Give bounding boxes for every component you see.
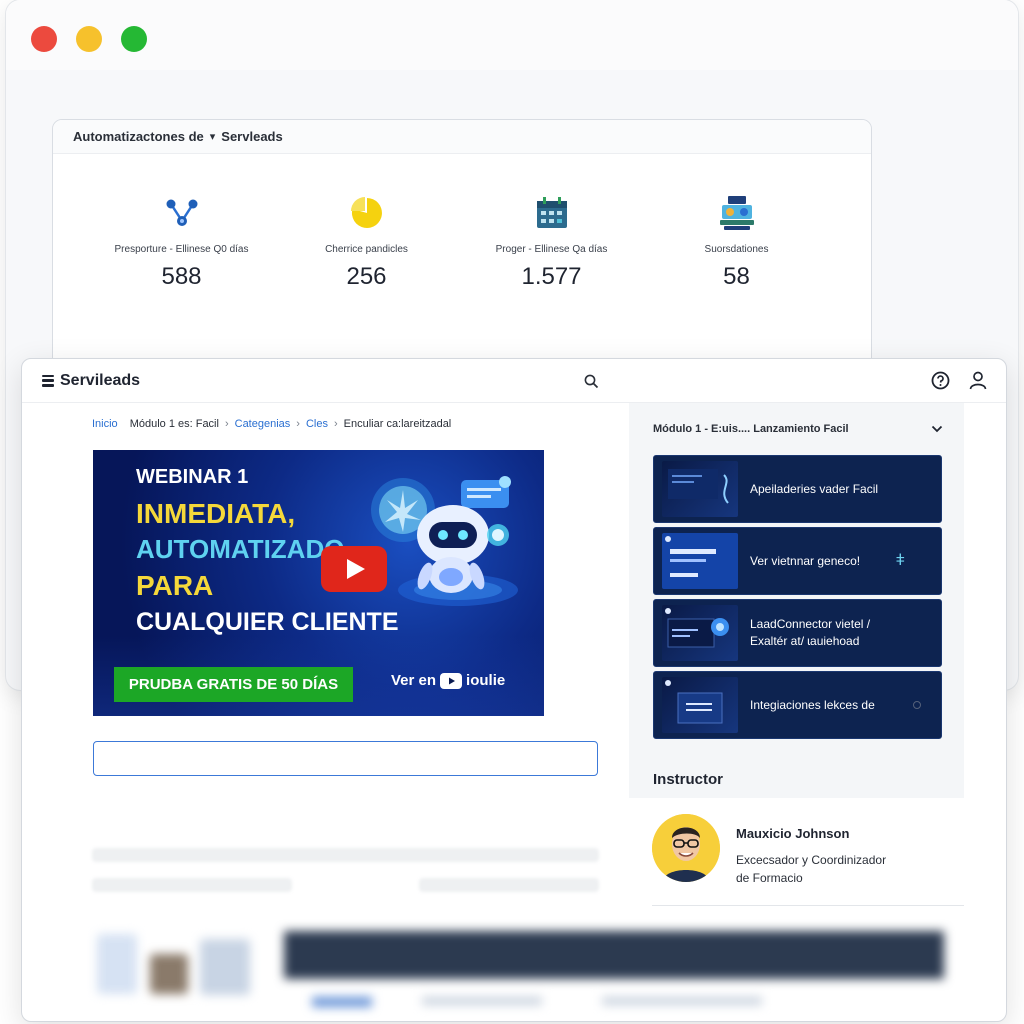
course-window: Servileads Inicio Módulo 1 es: Facil › C… <box>21 358 1007 1022</box>
instructor-role-line-1: Excecsador y Coordinizador <box>736 853 887 867</box>
stats-title-brand: Servleads <box>221 129 283 144</box>
lesson-title-line-1: LaadConnector vietel / <box>750 617 871 631</box>
stat-label: Proger - Ellinese Qa días <box>495 244 608 255</box>
stat-item: Proger - Ellinese Qa días 1.577 <box>459 190 644 291</box>
lesson-badge-icon: ǂ <box>895 552 905 569</box>
stat-label: Suorsdationes <box>704 244 769 255</box>
youtube-icon <box>440 672 463 689</box>
stat-item: Suorsdationes 58 <box>644 190 829 291</box>
platform-label: ioulie <box>466 672 506 689</box>
stat-item: Presporture - Ellinese Q0 días 588 <box>89 190 274 291</box>
close-window-button[interactable] <box>31 26 57 52</box>
lesson-title-line-2: Exaltér at/ ɩauiehoad <box>750 634 860 648</box>
lesson-item[interactable]: Integiaciones lekces de <box>653 671 942 739</box>
breadcrumb-current: Enculiar ca:lareitzadal <box>343 418 452 430</box>
lesson-item[interactable]: Apeiladeries vader Facil <box>653 455 942 523</box>
stat-label: Cherrice pandicles <box>325 244 408 255</box>
calendar-icon <box>459 190 644 236</box>
user-profile-icon[interactable] <box>968 370 988 395</box>
workflow-icon <box>89 190 274 236</box>
lesson-title: Apeiladeries vader Facil <box>750 481 879 496</box>
lesson-title: Integiaciones lekces de <box>750 697 875 712</box>
video-title-line-5: CUALQUIER CLIENTE <box>136 608 399 636</box>
instructor-name: Mauxicio Johnson <box>736 826 850 841</box>
breadcrumb-separator: › <box>333 418 338 430</box>
breadcrumb-cles-link[interactable]: Cles <box>306 418 328 430</box>
stats-card-header[interactable]: Automatizactones de ▾ Servleads <box>53 120 871 154</box>
video-player[interactable]: WEBINAR 1 INMEDIATA, AUTOMATIZADO PARA C… <box>93 450 544 716</box>
video-title-line-3: AUTOMATIZADO <box>136 534 345 564</box>
breadcrumb-home-link[interactable]: Inicio <box>92 418 118 430</box>
module-sidebar: Módulo 1 - E:uis.... Lanzamiento Facil A… <box>629 403 964 798</box>
pie-chart-icon <box>274 190 459 236</box>
watch-on-youtube-link[interactable]: Ver en ioulie <box>391 672 505 689</box>
top-navigation-bar: Servileads <box>22 359 1006 403</box>
chevron-down-icon[interactable] <box>931 425 943 433</box>
video-title-line-2: INMEDIATA, <box>136 498 296 529</box>
maximize-window-button[interactable] <box>121 26 147 52</box>
avatar[interactable] <box>652 814 720 882</box>
lesson-thumbnail <box>662 461 738 517</box>
lesson-status-icon <box>913 701 921 709</box>
stat-value: 1.577 <box>521 263 582 290</box>
lesson-item[interactable]: Ver vietnnar geneco! ǂ <box>653 527 942 595</box>
help-icon[interactable] <box>931 371 950 395</box>
app-logo[interactable]: Servileads <box>42 372 140 390</box>
module-title: Módulo 1 - E:uis.... Lanzamiento Facil <box>653 423 849 435</box>
stat-item: Cherrice pandicles 256 <box>274 190 459 291</box>
lesson-thumbnail <box>662 677 738 733</box>
window-titlebar <box>6 0 1018 70</box>
stat-value: 256 <box>346 263 387 290</box>
stat-value: 588 <box>161 263 202 290</box>
stats-row: Presporture - Ellinese Q0 días 588 Cherr… <box>89 190 829 291</box>
instructor-heading: Instructor <box>653 771 724 788</box>
search-icon[interactable] <box>582 372 600 390</box>
breadcrumb-separator: › <box>296 418 300 430</box>
breadcrumb-separator: › <box>224 418 229 430</box>
breadcrumb-categories-link[interactable]: Categenias <box>235 418 291 430</box>
stat-value: 58 <box>723 263 750 290</box>
instructor-role-line-2: de Formacio <box>736 871 803 885</box>
stat-label: Presporture - Ellinese Q0 días <box>114 244 249 255</box>
free-trial-button[interactable]: PRUDBA GRATIS DE 50 DÍAS <box>114 667 353 702</box>
module-selector[interactable]: Módulo 1 - E:uis.... Lanzamiento Facil <box>653 423 943 435</box>
minimize-window-button[interactable] <box>76 26 102 52</box>
lesson-thumbnail <box>662 533 738 589</box>
lesson-note-input[interactable] <box>93 741 598 776</box>
stats-title-prefix: Automatizactones de <box>73 129 204 144</box>
team-icon <box>644 190 829 236</box>
app-brand-name: Servileads <box>60 371 141 389</box>
lesson-title: Ver vietnnar geneco! <box>750 553 861 568</box>
loading-placeholder <box>92 848 599 862</box>
blurred-content-preview <box>22 889 1006 1021</box>
lesson-thumbnail <box>662 605 738 661</box>
logo-icon <box>42 374 54 387</box>
breadcrumb-module[interactable]: Módulo 1 es: Facil <box>130 418 219 430</box>
video-title-line-4: PARA <box>136 570 214 601</box>
lesson-title: LaadConnector vietel / Exaltér at/ ɩauie… <box>750 616 870 650</box>
watch-on-label: Ver en <box>391 672 437 689</box>
chevron-down-icon[interactable]: ▾ <box>210 130 216 143</box>
video-title-line-1: WEBINAR 1 <box>136 466 249 488</box>
window-controls <box>31 26 147 52</box>
instructor-role: Excecsador y Coordinizador de Formacio <box>736 851 936 887</box>
play-icon[interactable] <box>321 546 387 597</box>
lesson-item[interactable]: LaadConnector vietel / Exaltér at/ ɩauie… <box>653 599 942 667</box>
breadcrumb: Inicio Módulo 1 es: Facil › Categenias ›… <box>92 418 451 430</box>
